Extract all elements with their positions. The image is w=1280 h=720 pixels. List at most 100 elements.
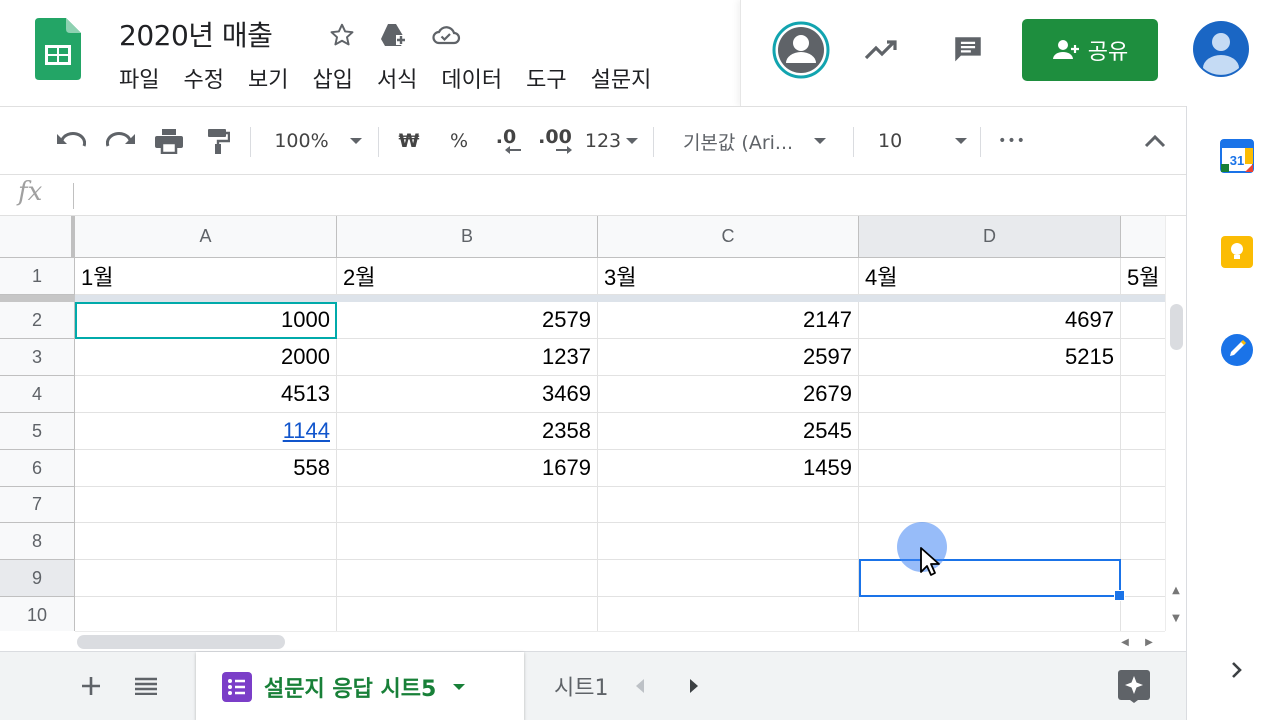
- cell-e1[interactable]: 5월: [1121, 258, 1165, 295]
- vertical-scrollbar[interactable]: ▲ ▼: [1165, 216, 1186, 631]
- currency-format-button[interactable]: ₩: [394, 121, 424, 161]
- cell-c7[interactable]: [598, 487, 859, 523]
- calendar-icon[interactable]: 31: [1217, 136, 1257, 176]
- cell-e4[interactable]: [1121, 376, 1165, 413]
- row-header-7[interactable]: 7: [0, 487, 75, 523]
- star-icon[interactable]: [327, 20, 357, 50]
- cell-a2[interactable]: 1000: [75, 302, 337, 339]
- scroll-up-icon[interactable]: ▲: [1168, 582, 1184, 598]
- cell-a6[interactable]: 558: [75, 450, 337, 487]
- horizontal-scroll-thumb[interactable]: [77, 635, 285, 649]
- cell-d5[interactable]: [859, 413, 1121, 450]
- scroll-right-icon[interactable]: ▶: [1141, 634, 1157, 650]
- percent-format-button[interactable]: %: [444, 121, 474, 161]
- zoom-select[interactable]: 100%: [266, 121, 371, 161]
- cell-b8[interactable]: [337, 523, 598, 560]
- cloud-saved-icon[interactable]: [431, 20, 461, 50]
- cell-e3[interactable]: [1121, 339, 1165, 376]
- cell-c1[interactable]: 3월: [598, 258, 859, 295]
- paint-format-icon[interactable]: [200, 121, 236, 161]
- account-avatar[interactable]: [1190, 18, 1252, 80]
- row-header-2[interactable]: 2: [0, 302, 75, 339]
- row-header-1[interactable]: 1: [0, 258, 75, 295]
- cell-a10[interactable]: [75, 597, 337, 631]
- row-header-3[interactable]: 3: [0, 339, 75, 376]
- menu-insert[interactable]: 삽입: [312, 64, 376, 98]
- formula-input[interactable]: [80, 179, 1170, 211]
- row-header-8[interactable]: 8: [0, 523, 75, 560]
- column-header-c[interactable]: C: [598, 216, 859, 258]
- all-sheets-icon[interactable]: [126, 666, 166, 706]
- number-format-select[interactable]: 123: [583, 121, 641, 161]
- cell-e9[interactable]: [1121, 560, 1165, 597]
- sheets-logo-icon[interactable]: [35, 18, 81, 80]
- chevron-down-icon[interactable]: [452, 683, 466, 691]
- menu-view[interactable]: 보기: [248, 64, 312, 98]
- menu-file[interactable]: 파일: [119, 64, 183, 98]
- move-to-drive-icon[interactable]: [378, 20, 408, 50]
- cell-a5[interactable]: 1144: [75, 413, 337, 450]
- cell-d4[interactable]: [859, 376, 1121, 413]
- row-header-4[interactable]: 4: [0, 376, 75, 413]
- cell-a8[interactable]: [75, 523, 337, 560]
- row-header-10[interactable]: 10: [0, 597, 75, 631]
- cell-a3[interactable]: 2000: [75, 339, 337, 376]
- menu-edit[interactable]: 수정: [183, 64, 247, 98]
- cell-b2[interactable]: 2579: [337, 302, 598, 339]
- cell-d6[interactable]: [859, 450, 1121, 487]
- cell-a4[interactable]: 4513: [75, 376, 337, 413]
- cell-c4[interactable]: 2679: [598, 376, 859, 413]
- cell-d2[interactable]: 4697: [859, 302, 1121, 339]
- cell-c2[interactable]: 2147: [598, 302, 859, 339]
- print-icon[interactable]: [150, 121, 188, 161]
- cell-d7[interactable]: [859, 487, 1121, 523]
- sheet-tab-active[interactable]: 설문지 응답 시트5: [196, 652, 524, 720]
- column-header-b[interactable]: B: [337, 216, 598, 258]
- redo-icon[interactable]: [102, 121, 140, 161]
- cell-b9[interactable]: [337, 560, 598, 597]
- cell-d10[interactable]: [859, 597, 1121, 631]
- scroll-left-icon[interactable]: ◀: [1117, 634, 1133, 650]
- column-header-e[interactable]: [1121, 216, 1165, 258]
- freeze-handle[interactable]: [0, 295, 75, 302]
- prev-sheet-icon[interactable]: [620, 666, 660, 706]
- row-header-5[interactable]: 5: [0, 413, 75, 450]
- comment-history-icon[interactable]: [938, 20, 998, 80]
- cell-b4[interactable]: 3469: [337, 376, 598, 413]
- cell-c5[interactable]: 2545: [598, 413, 859, 450]
- undo-icon[interactable]: [52, 121, 90, 161]
- font-size-select[interactable]: 10: [868, 121, 968, 161]
- column-header-a[interactable]: A: [75, 216, 337, 258]
- cell-c9[interactable]: [598, 560, 859, 597]
- cell-c10[interactable]: [598, 597, 859, 631]
- cell-c8[interactable]: [598, 523, 859, 560]
- cell-b10[interactable]: [337, 597, 598, 631]
- select-all-corner[interactable]: [0, 216, 75, 258]
- cell-b7[interactable]: [337, 487, 598, 523]
- cell-e6[interactable]: [1121, 450, 1165, 487]
- cell-e5[interactable]: [1121, 413, 1165, 450]
- tasks-icon[interactable]: [1217, 330, 1257, 370]
- sheet-tab-sheet1[interactable]: 시트1: [554, 670, 610, 702]
- font-family-select[interactable]: 기본값 (Ari...: [670, 121, 840, 161]
- frozen-row-divider[interactable]: [0, 295, 1165, 302]
- menu-data[interactable]: 데이터: [441, 64, 526, 98]
- cell-b1[interactable]: 2월: [337, 258, 598, 295]
- cell-d9[interactable]: [859, 560, 1121, 597]
- cell-a7[interactable]: [75, 487, 337, 523]
- cell-e2[interactable]: [1121, 302, 1165, 339]
- cell-e7[interactable]: [1121, 487, 1165, 523]
- show-side-panel-chevron-icon[interactable]: [1217, 650, 1257, 690]
- add-sheet-icon[interactable]: [71, 666, 111, 706]
- cell-d8[interactable]: [859, 523, 1121, 560]
- cell-d3[interactable]: 5215: [859, 339, 1121, 376]
- cell-b6[interactable]: 1679: [337, 450, 598, 487]
- cell-c6[interactable]: 1459: [598, 450, 859, 487]
- cell-b3[interactable]: 1237: [337, 339, 598, 376]
- menu-form[interactable]: 설문지: [591, 64, 676, 98]
- explore-icon[interactable]: [1114, 666, 1154, 706]
- collapse-menus-icon[interactable]: [1136, 121, 1174, 161]
- more-options-button[interactable]: •••: [994, 121, 1030, 161]
- menu-tools[interactable]: 도구: [526, 64, 590, 98]
- document-title[interactable]: 2020년 매출: [119, 14, 273, 54]
